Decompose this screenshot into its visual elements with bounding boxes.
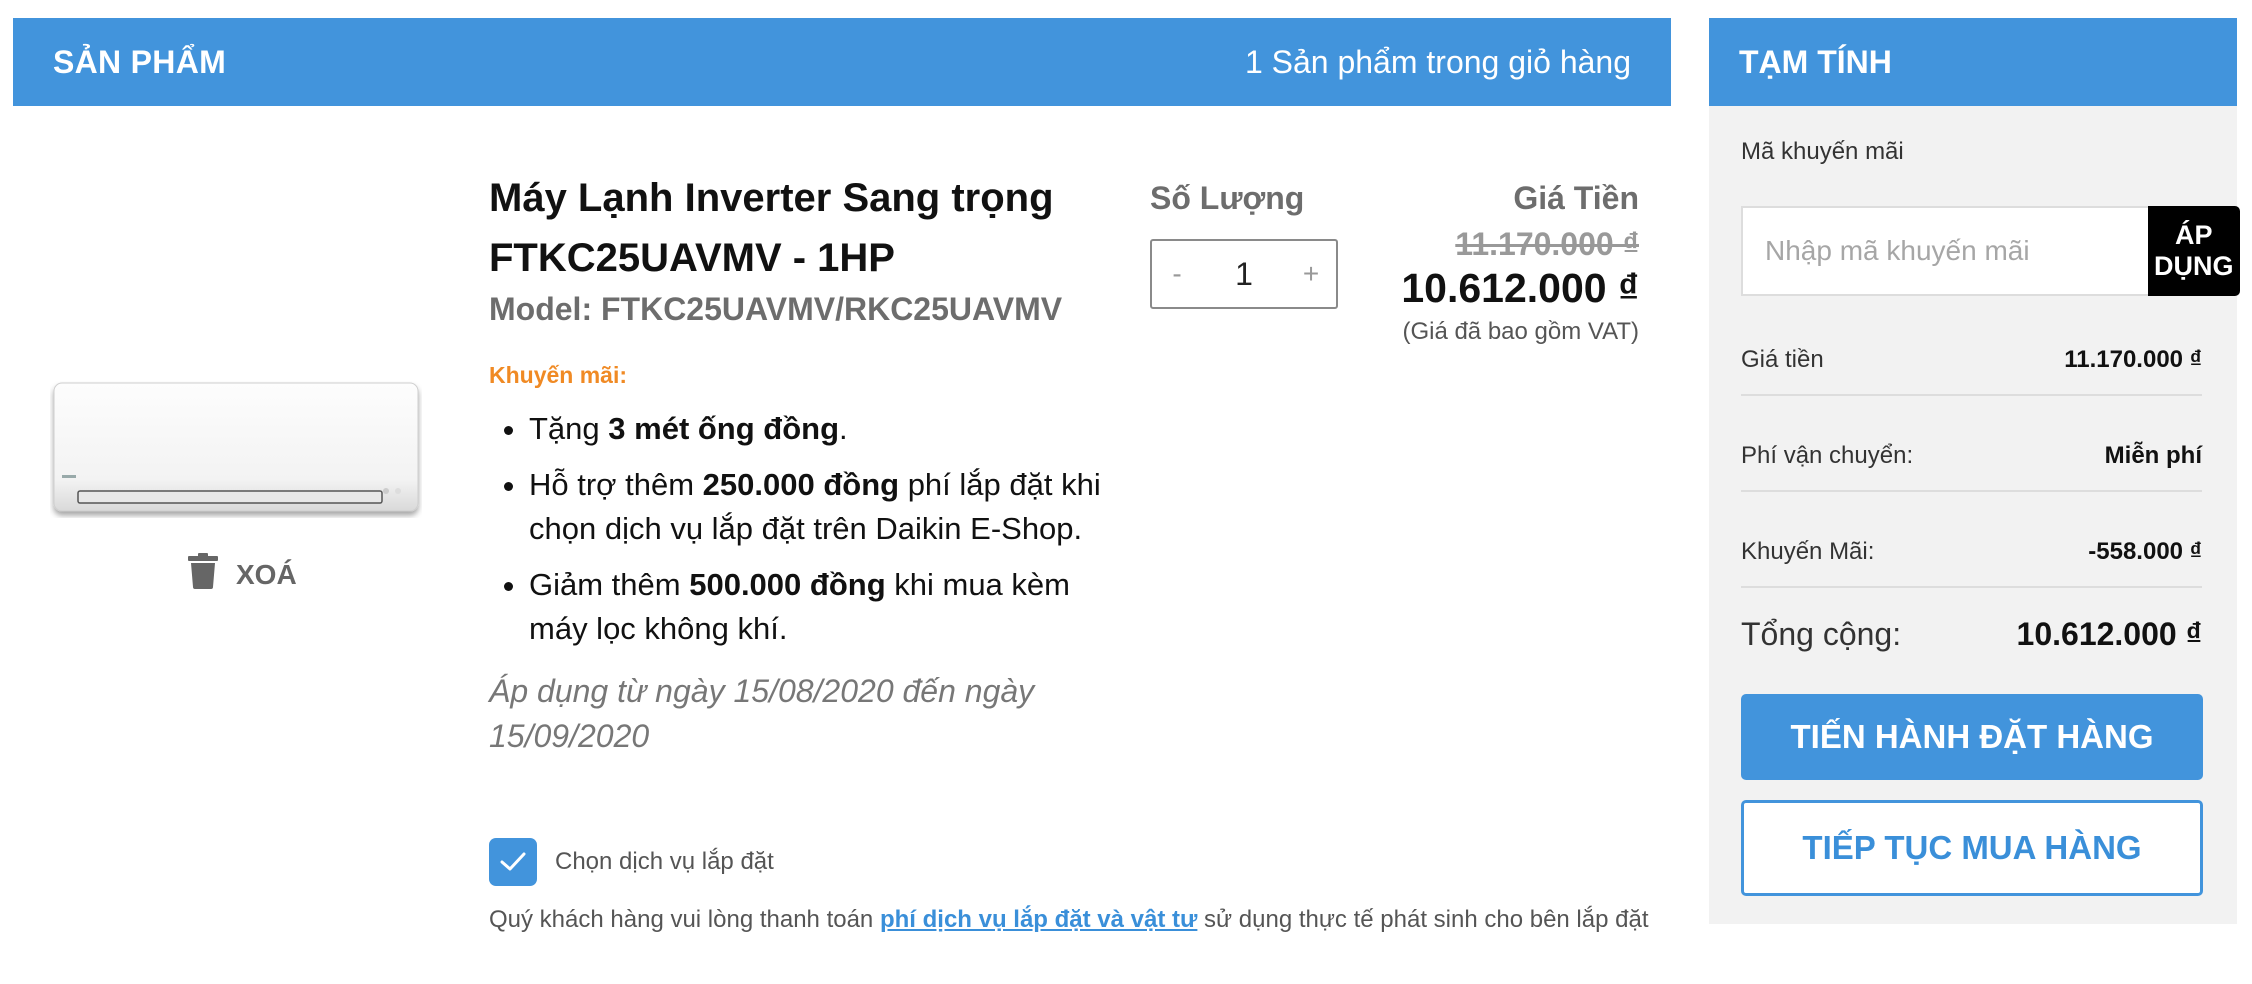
cart-header: SẢN PHẨM 1 Sản phẩm trong giỏ hàng (13, 18, 1671, 106)
increment-button[interactable]: + (1300, 258, 1322, 290)
trash-icon (188, 553, 218, 596)
air-conditioner-image (53, 382, 419, 512)
install-note: Quý khách hàng vui lòng thanh toán phí d… (489, 906, 1649, 933)
total-row: Tổng cộng: 10.612.000 ₫ (1741, 616, 2202, 653)
divider (1741, 490, 2202, 492)
discount-value: -558.000 ₫ (2088, 538, 2202, 565)
coupon-label: Mã khuyến mãi (1741, 138, 1904, 165)
subtotal-value: 11.170.000 ₫ (2064, 346, 2202, 373)
subtotal-row: Giá tiền 11.170.000 ₫ (1741, 346, 2202, 374)
continue-shopping-button[interactable]: TIẾP TỤC MUA HÀNG (1741, 800, 2203, 896)
shipping-label: Phí vận chuyển: (1741, 442, 1914, 469)
promo-item: Hỗ trợ thêm 250.000 đồng phí lắp đặt khi… (529, 463, 1109, 551)
summary-header: TẠM TÍNH (1709, 18, 2237, 106)
product-image[interactable] (50, 381, 422, 518)
cart-page: SẢN PHẨM 1 Sản phẩm trong giỏ hàng XOÁ M… (0, 0, 2252, 984)
apply-coupon-button[interactable]: ÁP DỤNG (2148, 206, 2240, 296)
divider (1741, 586, 2202, 588)
sale-price: 10.612.000 ₫ (1401, 265, 1639, 311)
decrement-button[interactable]: - (1166, 258, 1188, 290)
subtotal-label: Giá tiền (1741, 346, 1824, 373)
promo-list: Tặng 3 mét ống đồng. Hỗ trợ thêm 250.000… (489, 407, 1109, 651)
total-label: Tổng cộng: (1741, 616, 1902, 652)
promo-item: Giảm thêm 500.000 đồng khi mua kèm máy l… (529, 563, 1109, 651)
discount-label: Khuyến Mãi: (1741, 538, 1875, 565)
product-info: Máy Lạnh Inverter Sang trọng FTKC25UAVMV… (489, 168, 1109, 759)
total-value: 10.612.000 ₫ (2016, 616, 2202, 652)
install-service-row: Chọn dịch vụ lắp đặt (489, 838, 774, 886)
product-model: Model: FTKC25UAVMV/RKC25UAVMV (489, 291, 1063, 327)
install-service-checkbox[interactable] (489, 838, 537, 886)
price-label: Giá Tiền (1513, 180, 1639, 216)
quantity-label: Số Lượng (1150, 180, 1305, 216)
promo-label: Khuyến mãi: (489, 362, 628, 388)
delete-label: XOÁ (236, 558, 297, 590)
divider (1741, 394, 2202, 396)
checkout-button[interactable]: TIẾN HÀNH ĐẶT HÀNG (1741, 694, 2203, 780)
order-summary: TẠM TÍNH Mã khuyến mãi ÁP DỤNG Giá tiền … (1709, 18, 2240, 924)
discount-row: Khuyến Mãi: -558.000 ₫ (1741, 538, 2202, 566)
coupon-input[interactable] (1741, 206, 2148, 296)
delete-button[interactable]: XOÁ (188, 553, 297, 596)
coupon-row: ÁP DỤNG (1741, 206, 2240, 296)
cart-header-title: SẢN PHẨM (53, 43, 227, 80)
promo-dates: Áp dụng từ ngày 15/08/2020 đến ngày 15/0… (489, 673, 1035, 754)
shipping-row: Phí vận chuyển: Miễn phí (1741, 442, 2202, 470)
product-name[interactable]: Máy Lạnh Inverter Sang trọng FTKC25UAVMV… (489, 168, 1109, 288)
quantity-stepper: - + (1150, 239, 1338, 309)
promo-item: Tặng 3 mét ống đồng. (529, 407, 1109, 451)
vat-note: (Giá đã bao gồm VAT) (1402, 318, 1639, 345)
original-price: 11.170.000 ₫ (1455, 226, 1639, 262)
install-service-label[interactable]: Chọn dịch vụ lắp đặt (555, 848, 774, 876)
cart-item-count: 1 Sản phẩm trong giỏ hàng (1244, 43, 1631, 80)
shipping-value: Miễn phí (2104, 442, 2202, 469)
checkmark-icon (500, 852, 526, 871)
install-fee-link[interactable]: phí dịch vụ lắp đặt và vật tư (880, 906, 1197, 933)
quantity-input[interactable] (1197, 254, 1291, 294)
